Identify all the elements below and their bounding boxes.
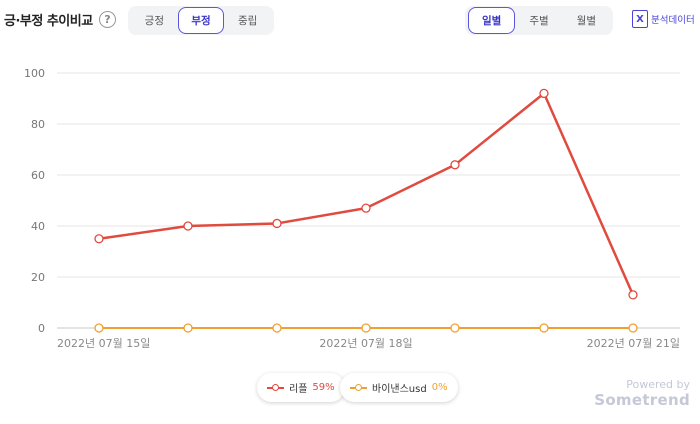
powered-by-logo: Powered by Sometrend [594,378,690,409]
data-point [94,234,104,244]
legend-share: 0% [431,382,448,393]
legend-label: 바이낸스usd [372,384,427,395]
y-tick-label: 40 [31,220,45,233]
x-tick-label: 2022년 07월 21일 [587,336,680,350]
data-point [361,203,371,213]
data-point [539,88,549,99]
y-tick-label: 0 [38,322,45,335]
line-chart: 0 20 40 60 80 100 2022년 07월 15일 2022년 07월 18일 20… [24,67,680,350]
data-point [539,323,549,333]
legend-label: 리플 [289,384,308,395]
data-point [272,323,282,333]
data-point [628,290,638,300]
brand-logo: Sometrend [594,391,690,409]
x-tick-label: 2022년 07월 15일 [57,336,150,350]
data-point [628,323,638,333]
data-point [361,323,371,333]
data-point [183,323,193,333]
data-point [450,323,460,333]
legend-share: 59% [312,382,335,393]
legend-marker-icon [350,383,367,392]
y-tick-label: 80 [31,118,45,131]
legend-marker-icon [267,383,284,392]
legend-item-series-2[interactable]: 바이낸스usd 0% [340,373,458,402]
x-tick-label: 2022년 07월 18일 [319,336,412,350]
data-point [94,323,104,333]
powered-by-text: Powered by [626,378,690,391]
data-point [450,160,460,170]
data-point [183,221,193,231]
y-tick-label: 100 [24,67,45,80]
y-tick-label: 20 [31,271,45,284]
legend-item-series-1[interactable]: 리플 59% [257,373,345,402]
data-point [272,218,282,229]
y-tick-label: 60 [31,169,45,182]
